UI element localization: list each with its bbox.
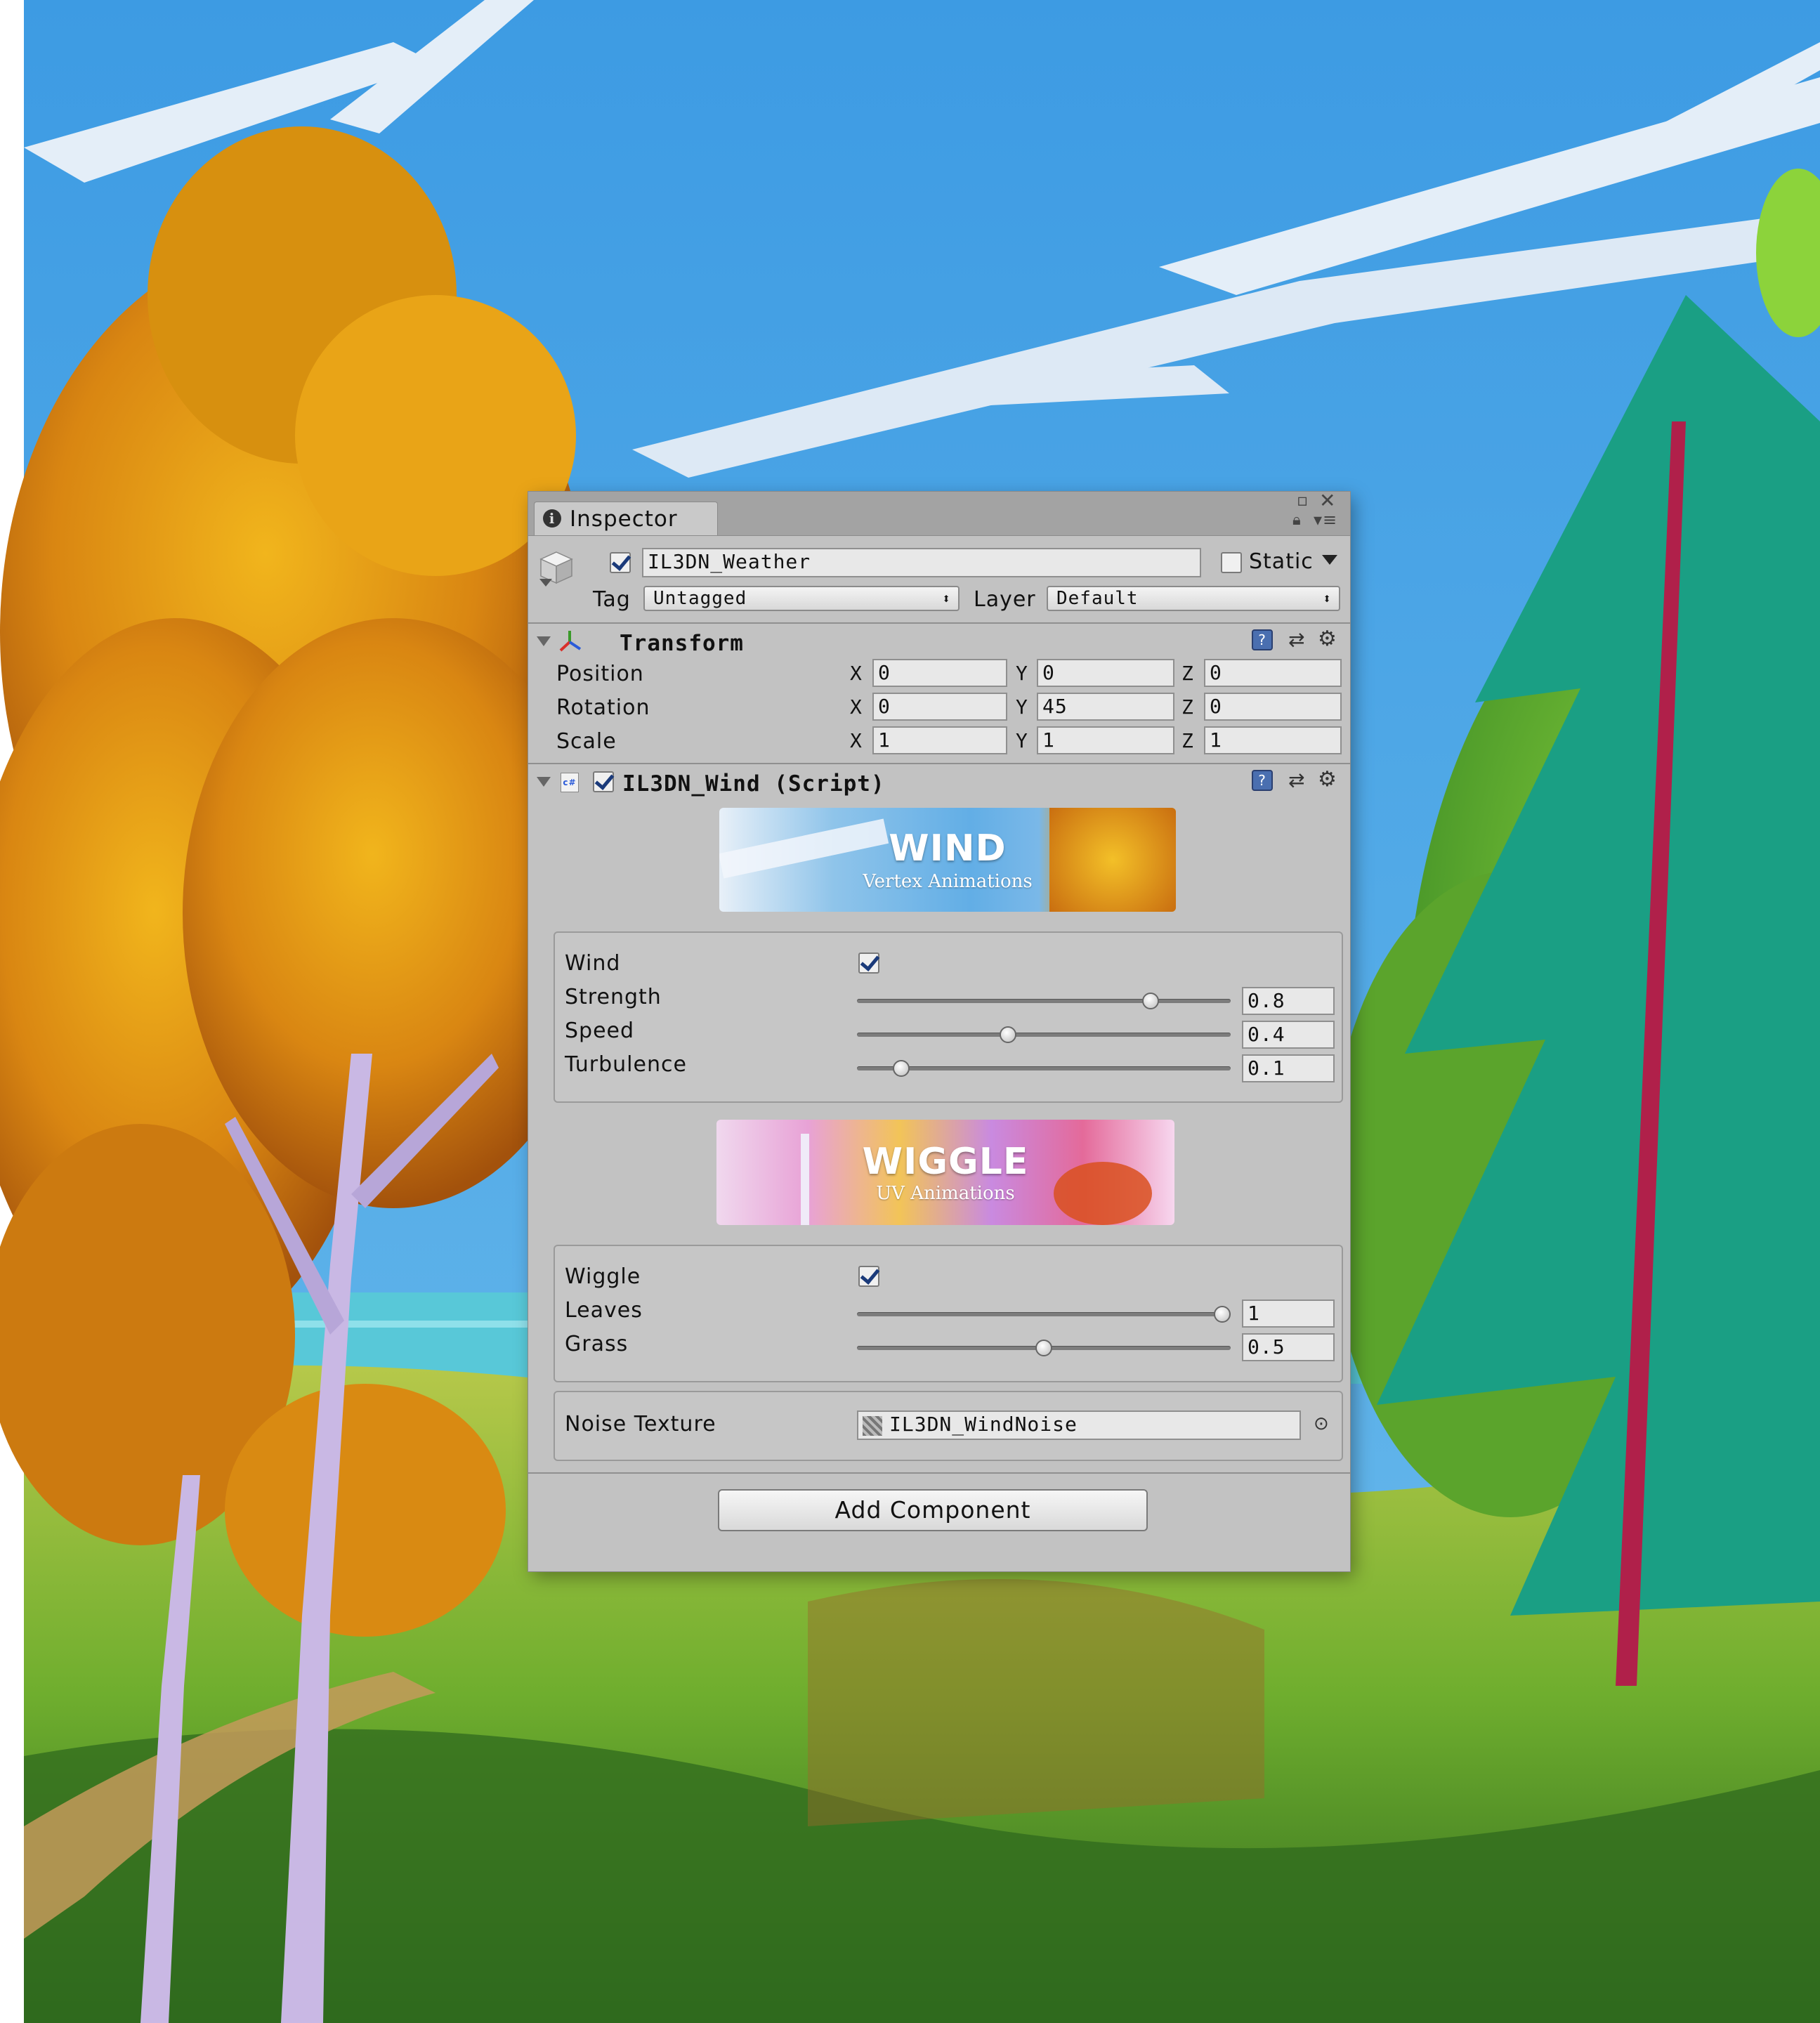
add-component-button[interactable]: Add Component bbox=[718, 1489, 1148, 1531]
static-label: Static bbox=[1249, 549, 1314, 574]
wind-banner-image: WIND Vertex Animations bbox=[719, 808, 1176, 912]
grass-label: Grass bbox=[565, 1332, 629, 1356]
updown-arrows-icon: ⬍ bbox=[1322, 590, 1332, 607]
info-icon: i bbox=[543, 509, 561, 528]
static-dropdown-icon[interactable] bbox=[1322, 555, 1337, 565]
texture-thumbnail-icon bbox=[863, 1416, 882, 1436]
strength-label: Strength bbox=[565, 985, 662, 1009]
help-book-icon[interactable]: ? bbox=[1252, 629, 1273, 650]
divider bbox=[528, 622, 1350, 624]
axis-x-label: X bbox=[850, 662, 863, 685]
axis-z-label: Z bbox=[1181, 662, 1194, 685]
noise-texture-label: Noise Texture bbox=[565, 1412, 716, 1436]
wind-banner-title: WIND bbox=[889, 827, 1007, 870]
axis-z-label: Z bbox=[1181, 695, 1194, 719]
turbulence-slider-track[interactable] bbox=[857, 1066, 1231, 1071]
speed-slider-thumb[interactable] bbox=[1000, 1026, 1017, 1043]
position-x-field[interactable]: 0 bbox=[872, 659, 1007, 687]
gameobject-active-checkbox[interactable] bbox=[610, 552, 631, 573]
wiggle-toggle-checkbox[interactable] bbox=[858, 1266, 879, 1287]
wiggle-banner-subtitle: UV Animations bbox=[876, 1183, 1015, 1204]
context-menu-icon[interactable]: ▾≡ bbox=[1314, 510, 1337, 530]
scale-x-field[interactable]: 1 bbox=[872, 726, 1007, 754]
tab-label: Inspector bbox=[570, 506, 678, 532]
gear-icon[interactable]: ⚙ bbox=[1318, 767, 1337, 792]
axis-y-label: Y bbox=[1016, 729, 1028, 752]
wiggle-toggle-label: Wiggle bbox=[565, 1264, 641, 1289]
noise-texture-value: IL3DN_WindNoise bbox=[889, 1413, 1078, 1436]
csharp-script-icon: c# bbox=[561, 773, 579, 792]
preset-icon[interactable]: ⇄ bbox=[1288, 628, 1305, 651]
leaves-value-field[interactable]: 1 bbox=[1242, 1299, 1335, 1328]
divider bbox=[528, 763, 1350, 764]
script-enabled-checkbox[interactable] bbox=[593, 771, 614, 792]
static-checkbox[interactable] bbox=[1221, 552, 1242, 573]
object-picker-icon[interactable]: ⊙ bbox=[1314, 1413, 1330, 1434]
grass-value-field[interactable]: 0.5 bbox=[1242, 1333, 1335, 1361]
axis-x-label: X bbox=[850, 695, 863, 719]
scale-z-field[interactable]: 1 bbox=[1204, 726, 1342, 754]
leaves-slider-thumb[interactable] bbox=[1214, 1306, 1231, 1323]
inspector-titlebar: i Inspector ▫ ✕ 🔒︎ ▾≡ bbox=[528, 489, 1350, 536]
leaves-slider-track[interactable] bbox=[857, 1312, 1231, 1316]
strength-slider-track[interactable] bbox=[857, 999, 1231, 1003]
restore-icon[interactable]: ▫ bbox=[1297, 490, 1309, 510]
rotation-z-field[interactable]: 0 bbox=[1204, 693, 1342, 721]
position-z-field[interactable]: 0 bbox=[1204, 659, 1342, 687]
position-y-field[interactable]: 0 bbox=[1037, 659, 1174, 687]
layer-dropdown[interactable]: Default ⬍ bbox=[1047, 586, 1340, 611]
transform-axis-icon bbox=[558, 629, 582, 652]
layer-value: Default bbox=[1056, 588, 1139, 609]
wind-toggle-checkbox[interactable] bbox=[858, 952, 879, 974]
divider bbox=[528, 1472, 1350, 1474]
axis-z-label: Z bbox=[1181, 729, 1194, 752]
turbulence-value-field[interactable]: 0.1 bbox=[1242, 1054, 1335, 1082]
rotation-y-field[interactable]: 45 bbox=[1037, 693, 1174, 721]
transform-foldout-icon[interactable] bbox=[537, 636, 551, 646]
wind-toggle-label: Wind bbox=[565, 951, 621, 976]
speed-slider-track[interactable] bbox=[857, 1033, 1231, 1037]
tag-label: Tag bbox=[593, 587, 631, 612]
leaves-label: Leaves bbox=[565, 1298, 643, 1323]
script-foldout-icon[interactable] bbox=[537, 777, 551, 787]
script-title: IL3DN_Wind (Script) bbox=[622, 771, 885, 797]
axis-y-label: Y bbox=[1016, 662, 1028, 685]
help-book-icon[interactable]: ? bbox=[1252, 770, 1273, 791]
grass-slider-thumb[interactable] bbox=[1035, 1340, 1052, 1356]
close-icon[interactable]: ✕ bbox=[1319, 489, 1336, 512]
lock-icon[interactable]: 🔒︎ bbox=[1292, 511, 1302, 529]
gameobject-name-field[interactable]: IL3DN_Weather bbox=[642, 548, 1201, 577]
scale-label: Scale bbox=[556, 729, 617, 754]
speed-label: Speed bbox=[565, 1019, 635, 1043]
gear-icon[interactable]: ⚙ bbox=[1318, 627, 1337, 651]
preset-icon[interactable]: ⇄ bbox=[1288, 768, 1305, 792]
rotation-label: Rotation bbox=[556, 695, 650, 720]
axis-x-label: X bbox=[850, 729, 863, 752]
wiggle-banner-image: WIGGLE UV Animations bbox=[716, 1120, 1174, 1225]
wind-banner-subtitle: Vertex Animations bbox=[863, 871, 1033, 892]
position-label: Position bbox=[556, 662, 644, 686]
tag-value: Untagged bbox=[653, 588, 747, 609]
updown-arrows-icon: ⬍ bbox=[941, 590, 951, 607]
transform-title: Transform bbox=[620, 631, 744, 656]
wind-settings-group bbox=[554, 931, 1343, 1103]
strength-value-field[interactable]: 0.8 bbox=[1242, 987, 1335, 1015]
tab-inspector[interactable]: i Inspector bbox=[534, 502, 718, 535]
noise-texture-field[interactable]: IL3DN_WindNoise bbox=[857, 1410, 1301, 1440]
turbulence-label: Turbulence bbox=[565, 1052, 687, 1077]
layer-label: Layer bbox=[974, 587, 1036, 612]
inspector-window: i Inspector ▫ ✕ 🔒︎ ▾≡ IL3DN_Weather Stat… bbox=[528, 489, 1350, 1571]
tag-dropdown[interactable]: Untagged ⬍ bbox=[643, 586, 960, 611]
rotation-x-field[interactable]: 0 bbox=[872, 693, 1007, 721]
icon-dropdown-arrow-icon[interactable] bbox=[539, 579, 552, 587]
speed-value-field[interactable]: 0.4 bbox=[1242, 1021, 1335, 1049]
wiggle-banner-title: WIGGLE bbox=[862, 1141, 1029, 1183]
scale-y-field[interactable]: 1 bbox=[1037, 726, 1174, 754]
axis-y-label: Y bbox=[1016, 695, 1028, 719]
turbulence-slider-thumb[interactable] bbox=[892, 1060, 910, 1077]
